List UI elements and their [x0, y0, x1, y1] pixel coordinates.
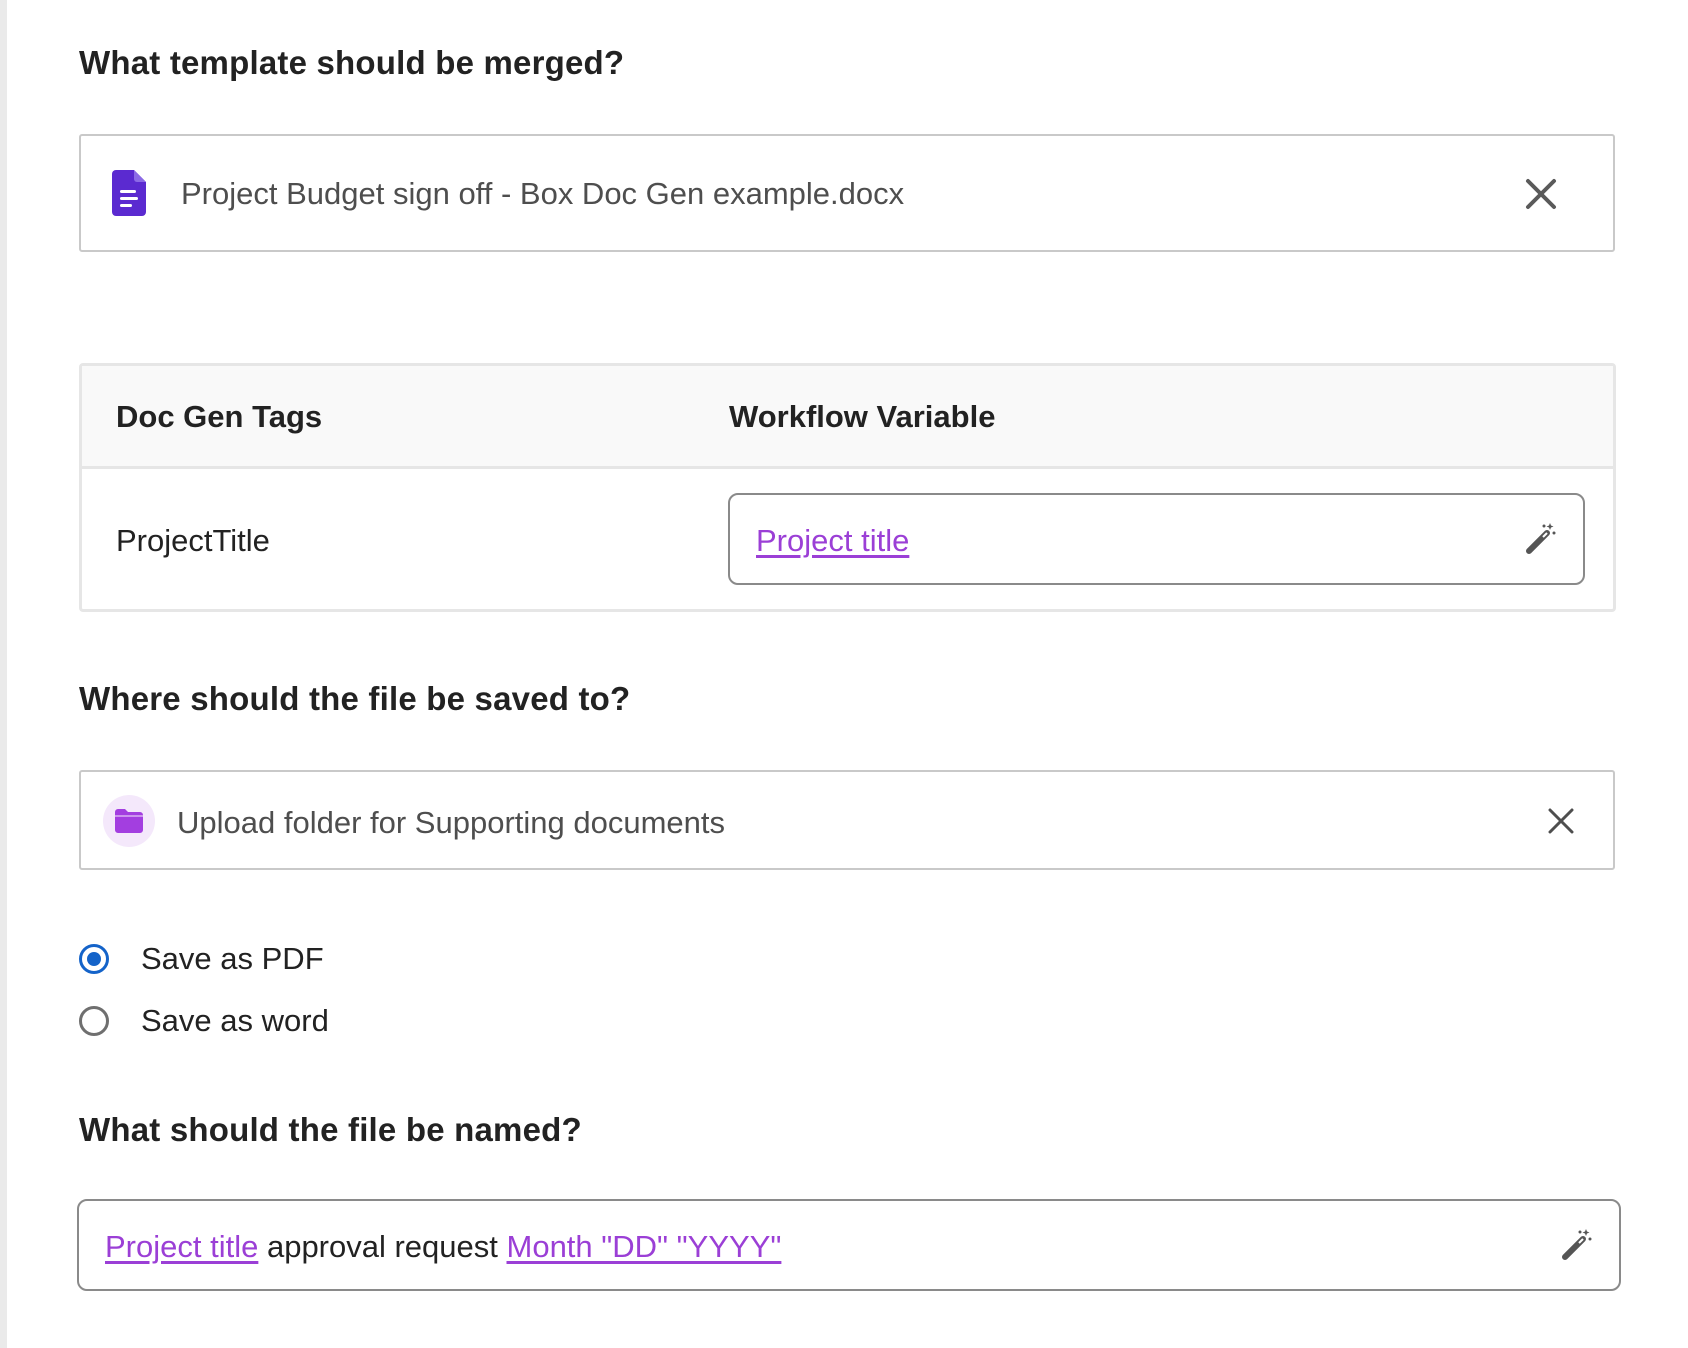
- radio-label-word: Save as word: [141, 1003, 329, 1038]
- file-name-input[interactable]: Project title approval request Month "DD…: [77, 1199, 1621, 1291]
- doc-gen-tags-table: Doc Gen Tags Workflow Variable ProjectTi…: [79, 363, 1616, 612]
- workflow-step-panel: What template should be merged? Project …: [7, 0, 1688, 1348]
- radio-button-selected[interactable]: [79, 944, 109, 974]
- folder-icon: [103, 795, 155, 847]
- magic-wand-icon[interactable]: [1521, 521, 1557, 557]
- radio-button-unselected[interactable]: [79, 1006, 109, 1036]
- variable-token-date[interactable]: Month "DD" "YYYY": [507, 1229, 782, 1264]
- save-folder-field[interactable]: Upload folder for Supporting documents: [79, 770, 1615, 870]
- radio-save-as-word[interactable]: Save as word: [79, 1001, 329, 1041]
- save-location-section-title: Where should the file be saved to?: [79, 680, 631, 717]
- template-file-field[interactable]: Project Budget sign off - Box Doc Gen ex…: [79, 134, 1615, 252]
- template-file-name: Project Budget sign off - Box Doc Gen ex…: [181, 176, 905, 211]
- file-name-expression: Project title approval request Month "DD…: [105, 1229, 781, 1265]
- close-icon[interactable]: [1521, 174, 1561, 214]
- tag-name: ProjectTitle: [116, 523, 270, 558]
- document-icon: [112, 170, 146, 216]
- close-icon[interactable]: [1545, 805, 1577, 837]
- column-header-workflow-variable: Workflow Variable: [729, 399, 996, 434]
- column-header-doc-gen-tags: Doc Gen Tags: [116, 399, 323, 434]
- file-name-section-title: What should the file be named?: [79, 1111, 582, 1148]
- variable-token[interactable]: Project title: [756, 523, 909, 559]
- static-text: approval request: [258, 1229, 507, 1264]
- workflow-variable-input[interactable]: Project title: [728, 493, 1585, 585]
- variable-token-project-title[interactable]: Project title: [105, 1229, 258, 1264]
- save-folder-name: Upload folder for Supporting documents: [177, 805, 725, 840]
- table-header-row: Doc Gen Tags Workflow Variable: [82, 366, 1613, 469]
- radio-save-as-pdf[interactable]: Save as PDF: [79, 939, 324, 979]
- magic-wand-icon[interactable]: [1557, 1227, 1593, 1263]
- template-section-title: What template should be merged?: [79, 44, 625, 81]
- radio-label-pdf: Save as PDF: [141, 941, 324, 976]
